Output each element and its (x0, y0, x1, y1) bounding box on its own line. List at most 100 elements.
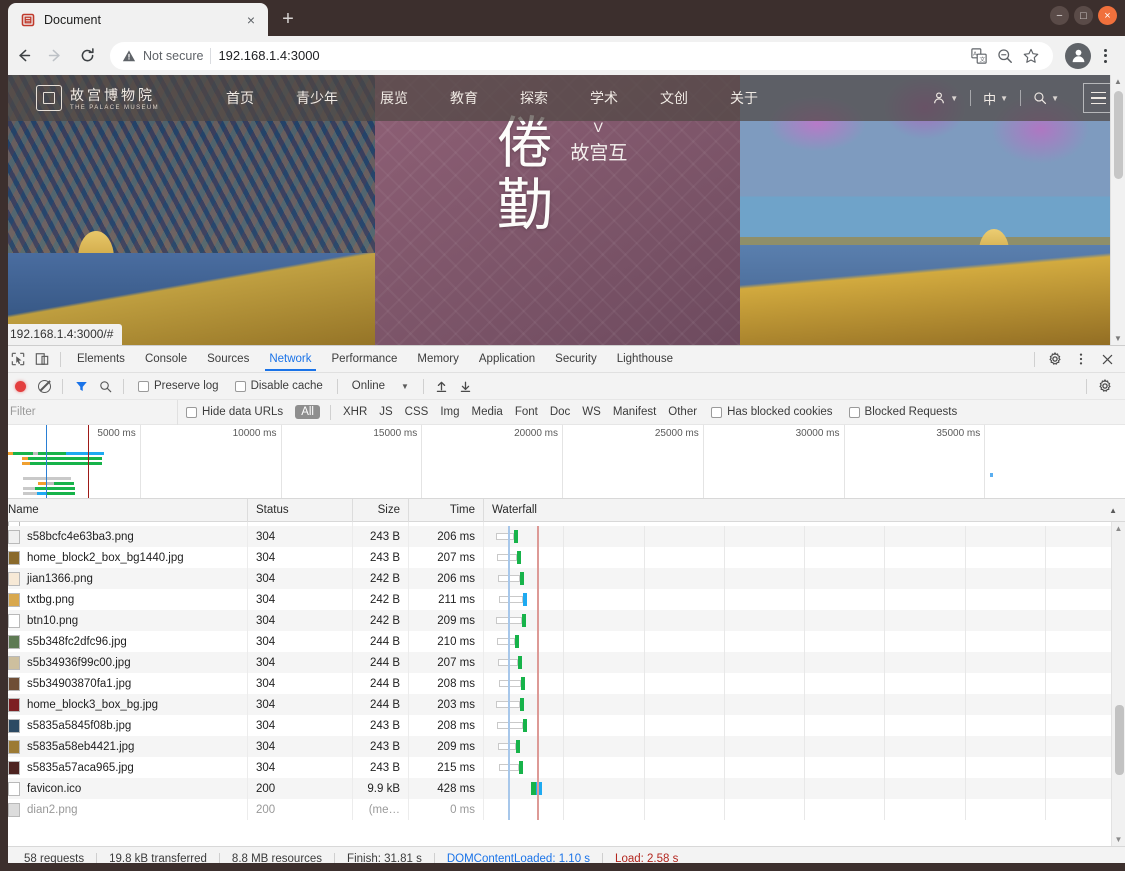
zoom-out-icon[interactable] (997, 48, 1013, 64)
search-icon[interactable] (93, 375, 117, 397)
bookmark-star-icon[interactable] (1023, 48, 1039, 64)
column-header-time[interactable]: Time (409, 499, 484, 522)
chrome-menu-icon[interactable] (1093, 43, 1117, 69)
new-tab-button[interactable]: + (274, 5, 302, 33)
table-row[interactable]: s5b34903870fa1.jpg 304 244 B 208 ms (0, 673, 1125, 694)
hide-data-urls-option[interactable]: Hide data URLs (178, 406, 291, 418)
nav-item-education[interactable]: 教育 (429, 88, 499, 108)
table-row[interactable]: s5835a5845f08b.jpg 304 243 B 208 ms (0, 715, 1125, 736)
disable-cache-checkbox[interactable] (234, 380, 246, 392)
tab-security[interactable]: Security (545, 348, 607, 371)
site-search-button[interactable]: ▼ (1021, 91, 1071, 105)
device-toolbar-icon[interactable] (30, 348, 54, 370)
throttling-select[interactable]: Online ▼ (344, 380, 417, 392)
hamburger-menu-icon[interactable] (1083, 83, 1113, 113)
filter-type-css[interactable]: CSS (399, 406, 435, 418)
tab-lighthouse[interactable]: Lighthouse (607, 348, 683, 371)
network-overview-timeline[interactable]: 5000 ms 10000 ms 15000 ms 20000 ms 25000… (0, 425, 1125, 499)
filter-type-ws[interactable]: WS (576, 406, 607, 418)
table-row[interactable]: btn10.png 304 242 B 209 ms (0, 610, 1125, 631)
column-header-size[interactable]: Size (353, 499, 409, 522)
tab-network[interactable]: Network (259, 348, 321, 371)
scroll-down-arrow-icon[interactable]: ▼ (1112, 833, 1125, 846)
nav-item-home[interactable]: 首页 (205, 88, 275, 108)
has-blocked-cookies-checkbox[interactable] (711, 406, 723, 418)
reload-button[interactable] (72, 41, 102, 71)
filter-type-other[interactable]: Other (662, 406, 703, 418)
nav-item-exhibition[interactable]: 展览 (359, 88, 429, 108)
page-scrollbar[interactable]: ▲ ▼ (1110, 75, 1125, 345)
table-row[interactable]: s58bcfc4e63ba3.png 304 243 B 206 ms (0, 526, 1125, 547)
table-row[interactable]: s5835a58eb4421.jpg 304 243 B 209 ms (0, 736, 1125, 757)
tab-console[interactable]: Console (135, 348, 197, 371)
column-header-waterfall[interactable]: Waterfall ▲ (484, 499, 1125, 522)
tab-sources[interactable]: Sources (197, 348, 259, 371)
page-scrollbar-thumb[interactable] (1113, 91, 1123, 179)
filter-funnel-icon[interactable] (69, 375, 93, 397)
table-row[interactable]: dian2.png 200 (me… 0 ms (0, 799, 1125, 820)
window-close-button[interactable]: × (1098, 6, 1117, 25)
filter-type-xhr[interactable]: XHR (337, 406, 373, 418)
table-row[interactable]: jian1366.png 304 242 B 206 ms (0, 568, 1125, 589)
nav-item-academic[interactable]: 学术 (569, 88, 639, 108)
filter-type-media[interactable]: Media (466, 406, 509, 418)
blocked-requests-checkbox[interactable] (848, 406, 860, 418)
translate-icon[interactable]: A 文 (971, 47, 987, 64)
record-button-icon[interactable] (8, 375, 32, 397)
sort-ascending-icon[interactable]: ▲ (1109, 506, 1117, 515)
disable-cache-option[interactable]: Disable cache (227, 380, 331, 392)
site-logo[interactable]: 故宫博物院 THE PALACE MUSEUM (36, 85, 159, 111)
preserve-log-checkbox[interactable] (138, 380, 149, 392)
address-bar[interactable]: Not secure 192.168.1.4:3000 A 文 (110, 41, 1053, 70)
table-row[interactable]: home_block3_box_bg.jpg 304 244 B 203 ms (0, 694, 1125, 715)
nav-item-youth[interactable]: 青少年 (275, 88, 359, 108)
window-maximize-button[interactable]: □ (1074, 6, 1093, 25)
browser-tab[interactable]: Document × (8, 3, 268, 36)
profile-avatar-icon[interactable] (1065, 42, 1091, 69)
filter-type-js[interactable]: JS (373, 406, 398, 418)
column-header-status[interactable]: Status (248, 499, 353, 522)
tab-performance[interactable]: Performance (322, 348, 408, 371)
nav-item-about[interactable]: 关于 (709, 88, 779, 108)
filter-type-doc[interactable]: Doc (544, 406, 576, 418)
filter-type-all[interactable]: All (295, 405, 320, 419)
nav-item-cultural[interactable]: 文创 (639, 88, 709, 108)
nav-item-explore[interactable]: 探索 (499, 88, 569, 108)
filter-input[interactable]: Filter (0, 399, 178, 425)
back-button[interactable] (8, 41, 38, 71)
table-row[interactable]: favicon.ico 200 9.9 kB 428 ms (0, 778, 1125, 799)
export-har-icon[interactable] (454, 375, 478, 397)
filter-type-font[interactable]: Font (509, 406, 544, 418)
table-row[interactable]: home_block2_box_bg1440.jpg 304 243 B 207 ms (0, 547, 1125, 568)
user-account-button[interactable]: ▼ (920, 91, 970, 105)
import-har-icon[interactable] (430, 375, 454, 397)
table-scrollbar-thumb[interactable] (1114, 705, 1124, 775)
forward-button[interactable] (40, 41, 70, 71)
scroll-up-arrow-icon[interactable]: ▲ (1112, 522, 1125, 535)
hide-data-urls-checkbox[interactable] (186, 406, 197, 418)
table-scrollbar[interactable]: ▲ ▼ (1111, 522, 1125, 846)
table-row[interactable]: s5b34936f99c00.jpg 304 244 B 207 ms (0, 652, 1125, 673)
close-devtools-icon[interactable] (1095, 348, 1119, 370)
language-switch-button[interactable]: 中 ▼ (971, 89, 1020, 108)
tab-elements[interactable]: Elements (67, 348, 135, 371)
network-settings-gear-icon[interactable] (1093, 375, 1117, 397)
table-row[interactable]: txtbg.png 304 242 B 211 ms (0, 589, 1125, 610)
clear-icon[interactable] (32, 375, 56, 397)
tab-close-icon[interactable]: × (242, 11, 260, 29)
request-rows[interactable]: s58bcfc4e63ba3.png 304 243 B 206 ms home_blo… (0, 522, 1125, 846)
scroll-up-arrow-icon[interactable]: ▲ (1114, 75, 1122, 88)
filter-type-manifest[interactable]: Manifest (607, 406, 662, 418)
table-row[interactable]: s5b348fc2dfc96.jpg 304 244 B 210 ms (0, 631, 1125, 652)
blocked-requests-option[interactable]: Blocked Requests (841, 406, 966, 418)
more-options-icon[interactable] (1069, 348, 1093, 370)
has-blocked-cookies-option[interactable]: Has blocked cookies (703, 406, 840, 418)
column-header-name[interactable]: Name (0, 499, 248, 522)
tab-memory[interactable]: Memory (407, 348, 469, 371)
window-minimize-button[interactable]: − (1050, 6, 1069, 25)
filter-type-img[interactable]: Img (434, 406, 465, 418)
tab-application[interactable]: Application (469, 348, 545, 371)
settings-gear-icon[interactable] (1043, 348, 1067, 370)
preserve-log-option[interactable]: Preserve log (130, 380, 227, 392)
inspect-element-icon[interactable] (6, 348, 30, 370)
